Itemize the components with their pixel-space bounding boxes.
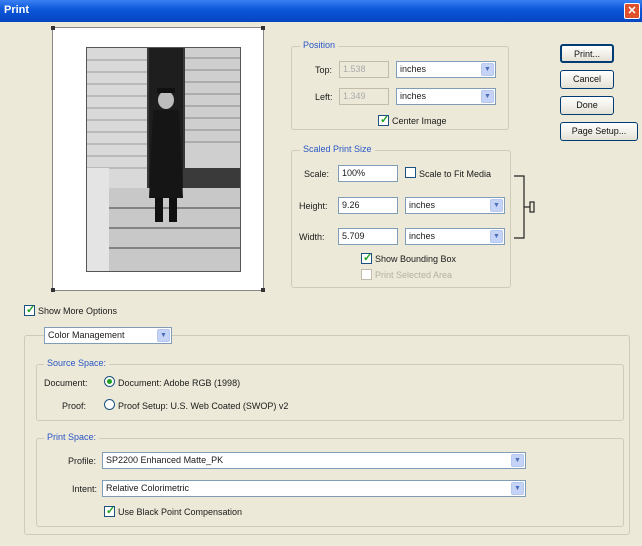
show-more-options-label: Show More Options <box>38 306 118 316</box>
link-chain-icon[interactable] <box>512 172 536 242</box>
width-input[interactable]: 5.709 <box>338 228 398 245</box>
profile-label: Profile: <box>68 456 97 466</box>
title-bar: Print ✕ <box>0 0 642 22</box>
height-label: Height: <box>299 201 328 211</box>
left-input[interactable]: 1.349 <box>339 88 389 105</box>
black-point-checkbox[interactable] <box>104 504 115 517</box>
print-selected-area-checkbox[interactable] <box>361 269 372 280</box>
window-title: Print <box>4 4 30 16</box>
chevron-down-icon: ▼ <box>157 329 170 342</box>
left-unit-value: inches <box>400 91 427 101</box>
print-preview <box>51 26 265 292</box>
done-button[interactable]: Done <box>560 96 614 115</box>
scale-label: Scale: <box>304 169 330 179</box>
close-icon[interactable]: ✕ <box>624 3 640 19</box>
position-legend: Position <box>300 40 339 50</box>
left-label: Left: <box>315 92 333 102</box>
profile-value: SP2200 Enhanced Matte_PK <box>106 455 224 465</box>
top-label: Top: <box>315 65 333 75</box>
top-unit-select[interactable]: inches ▼ <box>396 61 496 78</box>
color-management-value: Color Management <box>48 330 125 340</box>
chevron-down-icon: ▼ <box>481 90 494 103</box>
show-more-options-checkbox[interactable] <box>24 303 35 316</box>
center-image-checkbox[interactable] <box>378 113 389 126</box>
document-label: Document: <box>44 378 88 388</box>
chevron-down-icon: ▼ <box>511 454 524 467</box>
intent-select[interactable]: Relative Colorimetric ▼ <box>102 480 526 497</box>
color-management-select[interactable]: Color Management ▼ <box>44 327 172 344</box>
proof-label: Proof: <box>62 401 87 411</box>
preview-image <box>86 47 241 272</box>
chevron-down-icon: ▼ <box>490 199 503 212</box>
black-point-label: Use Black Point Compensation <box>118 507 243 517</box>
scaled-print-size-legend: Scaled Print Size <box>300 144 375 154</box>
top-unit-value: inches <box>400 64 427 74</box>
intent-value: Relative Colorimetric <box>106 483 190 493</box>
chevron-down-icon: ▼ <box>511 482 524 495</box>
scale-to-fit-checkbox[interactable] <box>405 167 416 178</box>
print-selected-area-label: Print Selected Area <box>375 270 453 280</box>
document-option-label: Document: Adobe RGB (1998) <box>118 378 241 388</box>
print-dialog: Print ✕ Position Top: 1.538 inches ▼ Lef… <box>0 0 642 546</box>
width-unit-select[interactable]: inches ▼ <box>405 228 505 245</box>
chevron-down-icon: ▼ <box>490 230 503 243</box>
document-radio[interactable] <box>104 376 115 387</box>
intent-label: Intent: <box>72 484 98 494</box>
source-space-legend: Source Space: <box>44 358 110 368</box>
height-unit-select[interactable]: inches ▼ <box>405 197 505 214</box>
top-input[interactable]: 1.538 <box>339 61 389 78</box>
scale-to-fit-label: Scale to Fit Media <box>419 169 492 179</box>
height-unit-value: inches <box>409 200 436 210</box>
proof-option-label: Proof Setup: U.S. Web Coated (SWOP) v2 <box>118 401 289 411</box>
show-bounding-box-checkbox[interactable] <box>361 251 372 264</box>
height-input[interactable]: 9.26 <box>338 197 398 214</box>
corner-handle[interactable] <box>51 26 55 30</box>
print-space-legend: Print Space: <box>44 432 100 442</box>
left-unit-select[interactable]: inches ▼ <box>396 88 496 105</box>
width-label: Width: <box>299 232 325 242</box>
center-image-label: Center Image <box>392 116 447 126</box>
profile-select[interactable]: SP2200 Enhanced Matte_PK ▼ <box>102 452 526 469</box>
show-bounding-box-label: Show Bounding Box <box>375 254 457 264</box>
corner-handle[interactable] <box>51 288 55 292</box>
chevron-down-icon: ▼ <box>481 63 494 76</box>
source-space-group <box>36 364 624 421</box>
corner-handle[interactable] <box>261 26 265 30</box>
proof-radio[interactable] <box>104 399 115 410</box>
page-setup-button[interactable]: Page Setup... <box>560 122 638 141</box>
width-unit-value: inches <box>409 231 436 241</box>
cancel-button[interactable]: Cancel <box>560 70 614 89</box>
print-button[interactable]: Print... <box>560 44 614 63</box>
corner-handle[interactable] <box>261 288 265 292</box>
scale-input[interactable]: 100% <box>338 165 398 182</box>
